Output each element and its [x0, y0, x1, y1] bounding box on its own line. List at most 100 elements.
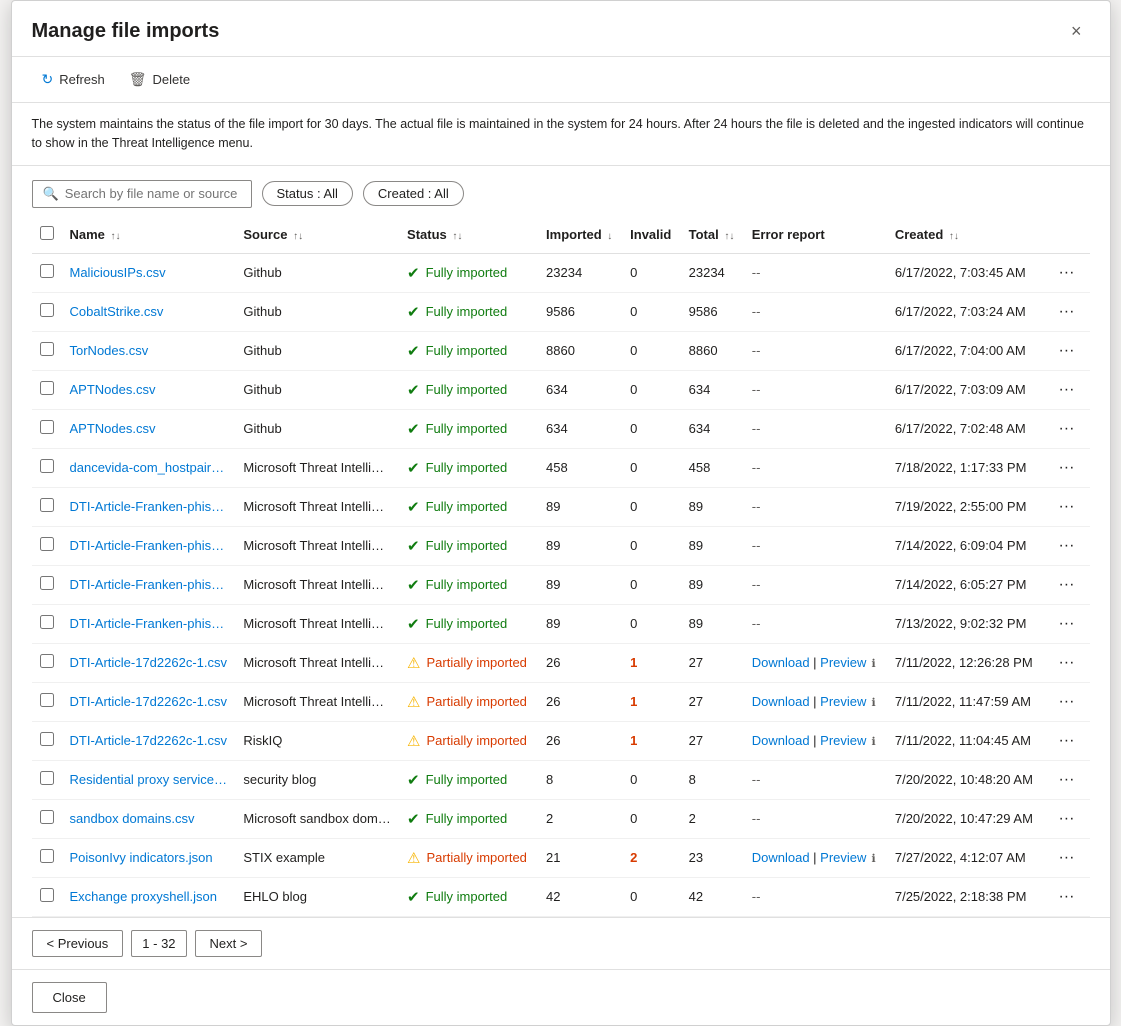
more-actions-button[interactable]: ···	[1052, 886, 1080, 908]
row-name[interactable]: PoisonIvy indicators.json	[62, 838, 236, 877]
refresh-button[interactable]: ↻ Refresh	[32, 65, 115, 94]
imported-column-header[interactable]: Imported ↓	[538, 216, 622, 254]
row-name[interactable]: DTI-Article-Franken-phish.csv	[62, 565, 236, 604]
more-actions-button[interactable]: ···	[1052, 496, 1080, 518]
more-actions-button[interactable]: ···	[1052, 379, 1080, 401]
row-name[interactable]: DTI-Article-17d2262c-1.csv	[62, 643, 236, 682]
source-column-header[interactable]: Source ↑↓	[235, 216, 399, 254]
download-link[interactable]: Download	[752, 850, 810, 865]
row-more-actions[interactable]: ···	[1044, 565, 1089, 604]
row-error-report[interactable]: Download | Preview ℹ	[744, 682, 887, 721]
row-error-report[interactable]: Download | Preview ℹ	[744, 721, 887, 760]
row-checkbox-16[interactable]	[40, 888, 54, 902]
more-actions-button[interactable]: ···	[1052, 613, 1080, 635]
row-name[interactable]: dancevida-com_hostpair_sen...	[62, 448, 236, 487]
row-more-actions[interactable]: ···	[1044, 253, 1089, 292]
more-actions-button[interactable]: ···	[1052, 262, 1080, 284]
row-checkbox-12[interactable]	[40, 732, 54, 746]
select-all-checkbox[interactable]	[40, 226, 54, 240]
row-name[interactable]: APTNodes.csv	[62, 409, 236, 448]
row-checkbox-9[interactable]	[40, 615, 54, 629]
row-more-actions[interactable]: ···	[1044, 292, 1089, 331]
row-checkbox-3[interactable]	[40, 381, 54, 395]
dialog-close-button[interactable]: ×	[1063, 17, 1090, 46]
status-filter-pill[interactable]: Status : All	[262, 181, 353, 206]
preview-link[interactable]: Preview	[820, 655, 866, 670]
search-input[interactable]	[65, 186, 241, 201]
row-more-actions[interactable]: ···	[1044, 370, 1089, 409]
select-all-header[interactable]	[32, 216, 62, 254]
close-dialog-button[interactable]: Close	[32, 982, 107, 1013]
row-more-actions[interactable]: ···	[1044, 331, 1089, 370]
row-checkbox-8[interactable]	[40, 576, 54, 590]
row-more-actions[interactable]: ···	[1044, 604, 1089, 643]
row-checkbox-15[interactable]	[40, 849, 54, 863]
more-actions-button[interactable]: ···	[1052, 808, 1080, 830]
row-checkbox-0[interactable]	[40, 264, 54, 278]
row-checkbox-4[interactable]	[40, 420, 54, 434]
row-checkbox-13[interactable]	[40, 771, 54, 785]
row-name[interactable]: Residential proxy service 911....	[62, 760, 236, 799]
row-more-actions[interactable]: ···	[1044, 643, 1089, 682]
delete-button[interactable]: 🗑 Delete	[119, 65, 200, 94]
row-name[interactable]: DTI-Article-Franken-phish.csv	[62, 487, 236, 526]
row-name[interactable]: TorNodes.csv	[62, 331, 236, 370]
row-checkbox-10[interactable]	[40, 654, 54, 668]
previous-button[interactable]: < Previous	[32, 930, 124, 957]
more-actions-button[interactable]: ···	[1052, 847, 1080, 869]
row-error-report[interactable]: Download | Preview ℹ	[744, 643, 887, 682]
next-button[interactable]: Next >	[195, 930, 263, 957]
row-name[interactable]: DTI-Article-17d2262c-1.csv	[62, 682, 236, 721]
row-checkbox-11[interactable]	[40, 693, 54, 707]
row-name[interactable]: DTI-Article-Franken-phish.csv	[62, 604, 236, 643]
row-name[interactable]: DTI-Article-17d2262c-1.csv	[62, 721, 236, 760]
row-name[interactable]: APTNodes.csv	[62, 370, 236, 409]
more-actions-button[interactable]: ···	[1052, 340, 1080, 362]
row-name[interactable]: DTI-Article-Franken-phish.csv	[62, 526, 236, 565]
preview-link[interactable]: Preview	[820, 850, 866, 865]
more-actions-button[interactable]: ···	[1052, 418, 1080, 440]
row-more-actions[interactable]: ···	[1044, 760, 1089, 799]
more-actions-button[interactable]: ···	[1052, 574, 1080, 596]
preview-link[interactable]: Preview	[820, 694, 866, 709]
row-more-actions[interactable]: ···	[1044, 487, 1089, 526]
more-actions-button[interactable]: ···	[1052, 535, 1080, 557]
row-more-actions[interactable]: ···	[1044, 799, 1089, 838]
row-checkbox-5[interactable]	[40, 459, 54, 473]
row-more-actions[interactable]: ···	[1044, 526, 1089, 565]
row-checkbox-2[interactable]	[40, 342, 54, 356]
row-name[interactable]: Exchange proxyshell.json	[62, 877, 236, 916]
row-checkbox-1[interactable]	[40, 303, 54, 317]
search-box[interactable]: 🔍	[32, 180, 252, 208]
row-more-actions[interactable]: ···	[1044, 721, 1089, 760]
created-column-header[interactable]: Created ↑↓	[887, 216, 1045, 254]
name-column-header[interactable]: Name ↑↓	[62, 216, 236, 254]
row-more-actions[interactable]: ···	[1044, 448, 1089, 487]
row-more-actions[interactable]: ···	[1044, 838, 1089, 877]
row-name[interactable]: sandbox domains.csv	[62, 799, 236, 838]
more-actions-button[interactable]: ···	[1052, 769, 1080, 791]
row-error-report[interactable]: Download | Preview ℹ	[744, 838, 887, 877]
row-checkbox-6[interactable]	[40, 498, 54, 512]
more-actions-button[interactable]: ···	[1052, 301, 1080, 323]
download-link[interactable]: Download	[752, 655, 810, 670]
row-name[interactable]: CobaltStrike.csv	[62, 292, 236, 331]
more-actions-button[interactable]: ···	[1052, 730, 1080, 752]
preview-link[interactable]: Preview	[820, 733, 866, 748]
total-column-header[interactable]: Total ↑↓	[681, 216, 744, 254]
download-link[interactable]: Download	[752, 733, 810, 748]
more-actions-button[interactable]: ···	[1052, 457, 1080, 479]
row-more-actions[interactable]: ···	[1044, 409, 1089, 448]
download-link[interactable]: Download	[752, 694, 810, 709]
row-checkbox-7[interactable]	[40, 537, 54, 551]
row-more-actions[interactable]: ···	[1044, 682, 1089, 721]
more-actions-button[interactable]: ···	[1052, 652, 1080, 674]
row-more-actions[interactable]: ···	[1044, 877, 1089, 916]
row-invalid: 0	[622, 370, 680, 409]
invalid-column-header[interactable]: Invalid	[622, 216, 680, 254]
status-column-header[interactable]: Status ↑↓	[399, 216, 538, 254]
row-name[interactable]: MaliciousIPs.csv	[62, 253, 236, 292]
row-checkbox-14[interactable]	[40, 810, 54, 824]
more-actions-button[interactable]: ···	[1052, 691, 1080, 713]
created-filter-pill[interactable]: Created : All	[363, 181, 464, 206]
